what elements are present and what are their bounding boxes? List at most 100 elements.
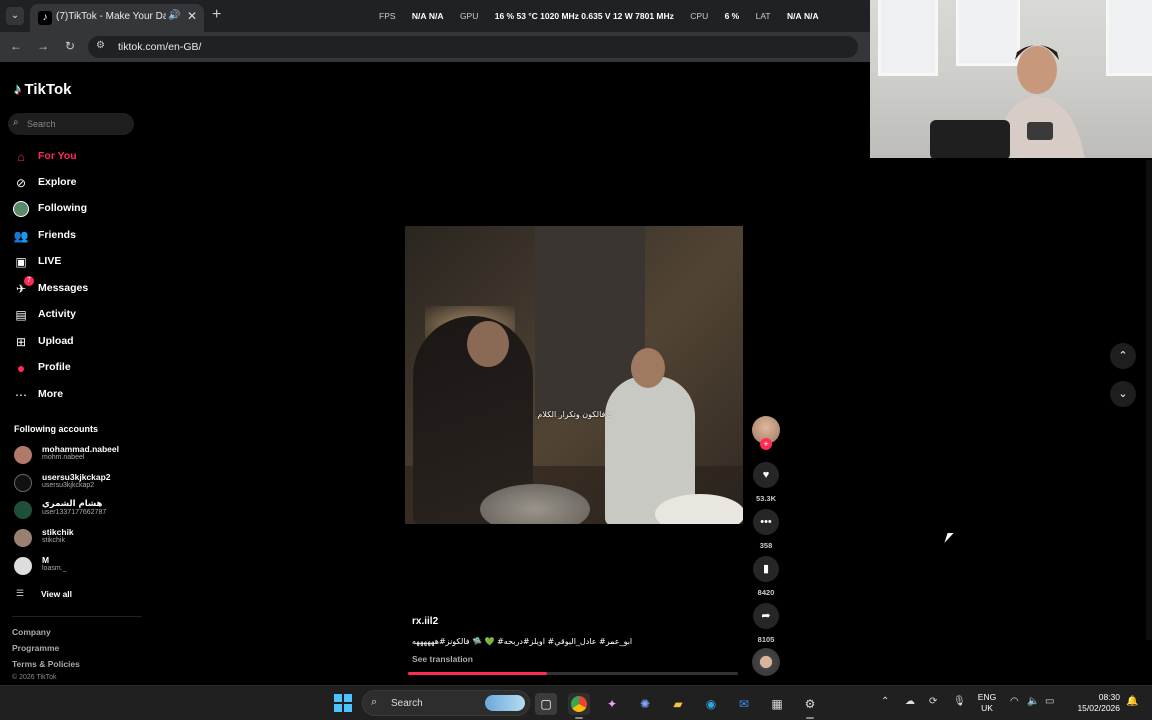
- account-name: هشام الشمري: [42, 499, 103, 509]
- nav-label: Explore: [38, 176, 77, 188]
- close-icon[interactable]: ✕: [187, 9, 197, 23]
- like-button[interactable]: ♥: [753, 462, 779, 488]
- settings-gear-icon[interactable]: ⚙: [799, 693, 821, 715]
- video-description: ابو_عمر# عادل_البوقي# اويلز#دربحه# 💚 🛸 ف…: [412, 637, 633, 646]
- file-explorer-icon[interactable]: ▰: [667, 693, 689, 715]
- language-line-1: ENG: [977, 692, 997, 702]
- following-account[interactable]: mohammad.nabeel mohm.nabeel: [14, 444, 139, 466]
- speaker-icon[interactable]: 🔊: [168, 10, 180, 21]
- screen: ⌄ ♪ (7)TikTok - Make Your Day 🔊 ✕ + FPS …: [0, 0, 1152, 720]
- nav-following[interactable]: Following: [12, 200, 137, 218]
- more-icon: ⋯: [15, 388, 27, 402]
- nav-activity[interactable]: ▤ Activity: [12, 306, 137, 324]
- view-all-button[interactable]: ☰ View all: [14, 588, 114, 602]
- nav-for-you[interactable]: ⌂ For You: [12, 148, 137, 166]
- new-tab-icon[interactable]: +: [212, 6, 221, 24]
- footer-programme[interactable]: Programme: [12, 643, 59, 653]
- language-indicator[interactable]: ENG UK: [976, 692, 998, 714]
- edge-icon[interactable]: ◉: [700, 693, 722, 715]
- video-caption-overlay: فالكون وتكرار الكلام :: [537, 410, 611, 419]
- tab-title: (7)TikTok - Make Your Day: [56, 11, 166, 22]
- sync-icon[interactable]: ⟳: [929, 696, 937, 707]
- url-field[interactable]: ⚙ tiktok.com/en-GB/: [88, 36, 858, 58]
- tray-chevron-up-icon[interactable]: ⌃: [881, 696, 889, 707]
- search-highlight-image: [485, 695, 525, 711]
- settings-active-indicator: [806, 717, 814, 719]
- nav-more[interactable]: ⋯ More: [12, 386, 137, 404]
- avatar: [14, 446, 32, 464]
- see-translation-link[interactable]: See translation: [412, 654, 473, 664]
- clock-time: 08:30: [1098, 692, 1120, 702]
- taskbar-search-label: Search: [391, 698, 423, 709]
- tiktok-logo[interactable]: ♪ TikTok: [14, 81, 71, 98]
- webcam-chair: [930, 120, 1010, 158]
- taskbar-search[interactable]: ⌕ Search: [362, 690, 530, 716]
- video-progress-bar[interactable]: [408, 672, 738, 675]
- nav-friends[interactable]: 👥 Friends: [12, 227, 137, 245]
- windows-start-icon[interactable]: [334, 694, 352, 712]
- cpu-value: 6 %: [724, 11, 740, 21]
- music-disc-icon[interactable]: [752, 648, 780, 676]
- forward-arrow-icon[interactable]: →: [35, 39, 51, 53]
- battery-icon[interactable]: ▭: [1045, 696, 1054, 707]
- following-account[interactable]: M loasm._: [14, 555, 139, 577]
- heart-icon: ♥: [762, 469, 770, 481]
- video-author[interactable]: rx.iil2: [412, 616, 438, 627]
- save-button[interactable]: ▮: [753, 556, 779, 582]
- nav-upload[interactable]: ⊞ Upload: [12, 333, 137, 351]
- follow-plus-icon[interactable]: +: [760, 438, 772, 450]
- task-view-icon[interactable]: ▢: [535, 693, 557, 715]
- nav-label: Activity: [38, 308, 76, 320]
- mouse-cursor-icon: [944, 533, 954, 543]
- nav-profile[interactable]: Profile: [12, 359, 137, 377]
- nav-explore[interactable]: ⊘ Explore: [12, 174, 137, 192]
- footer-company[interactable]: Company: [12, 627, 51, 637]
- site-settings-icon[interactable]: ⚙: [96, 40, 105, 51]
- nav-messages[interactable]: ✈ 7 Messages: [12, 276, 137, 298]
- previous-video-button[interactable]: ⌃: [1110, 343, 1136, 369]
- comment-button[interactable]: •••: [753, 509, 779, 535]
- copilot-icon[interactable]: ✦: [601, 693, 623, 715]
- view-all-label: View all: [41, 589, 73, 599]
- nav-live[interactable]: ▣ LIVE: [12, 253, 137, 271]
- store-icon[interactable]: ▦: [766, 693, 788, 715]
- search-icon: ⌕: [13, 117, 19, 128]
- onedrive-icon[interactable]: ☁: [905, 696, 915, 707]
- wifi-icon[interactable]: ◠: [1010, 696, 1019, 707]
- notification-bell-icon[interactable]: 🔔: [1126, 696, 1138, 707]
- back-arrow-icon[interactable]: ←: [8, 39, 24, 53]
- search-input[interactable]: ⌕ Search: [8, 113, 134, 135]
- nav-label: Upload: [38, 335, 74, 347]
- tiktok-favicon-icon: ♪: [38, 11, 52, 25]
- video-scene-head-right: [631, 348, 665, 388]
- next-video-button[interactable]: ⌄: [1110, 381, 1136, 407]
- nav-label: Messages: [38, 282, 89, 294]
- account-handle: stikchik: [42, 537, 65, 544]
- webcam-window-right: [1106, 0, 1152, 76]
- app-icon[interactable]: ✺: [634, 693, 656, 715]
- page-scrollbar[interactable]: [1146, 160, 1152, 640]
- browser-tab[interactable]: ♪ (7)TikTok - Make Your Day 🔊 ✕: [30, 4, 204, 32]
- gpu-label: GPU: [459, 11, 479, 21]
- chevron-down-icon[interactable]: ⌄: [6, 7, 24, 25]
- mail-icon[interactable]: ✉: [733, 693, 755, 715]
- following-account[interactable]: هشام الشمري user1337177662787: [14, 499, 139, 521]
- volume-icon[interactable]: 🔈: [1027, 696, 1039, 707]
- video-progress-fill: [408, 672, 547, 675]
- cpu-label: CPU: [690, 11, 709, 21]
- microphone-icon[interactable]: 🎙: [953, 696, 966, 707]
- reload-icon[interactable]: ↻: [62, 39, 78, 53]
- chrome-icon[interactable]: [568, 693, 590, 715]
- home-icon: ⌂: [17, 150, 25, 164]
- footer-terms[interactable]: Terms & Policies: [12, 659, 80, 669]
- lat-label: LAT: [755, 11, 771, 21]
- lat-value: N/A: [786, 11, 802, 21]
- video-player[interactable]: فالكون وتكرار الكلام :: [405, 226, 743, 524]
- share-button[interactable]: ➦: [753, 603, 779, 629]
- save-count: 8420: [757, 588, 775, 597]
- following-account[interactable]: stikchik stikchik: [14, 527, 139, 549]
- video-scene-plate: [655, 494, 743, 524]
- taskbar-clock[interactable]: 08:30 15/02/2026: [1068, 692, 1120, 714]
- following-account[interactable]: usersu3kjkckap2 usersu3kjkckap2: [14, 472, 139, 494]
- following-avatar-icon: [12, 201, 30, 217]
